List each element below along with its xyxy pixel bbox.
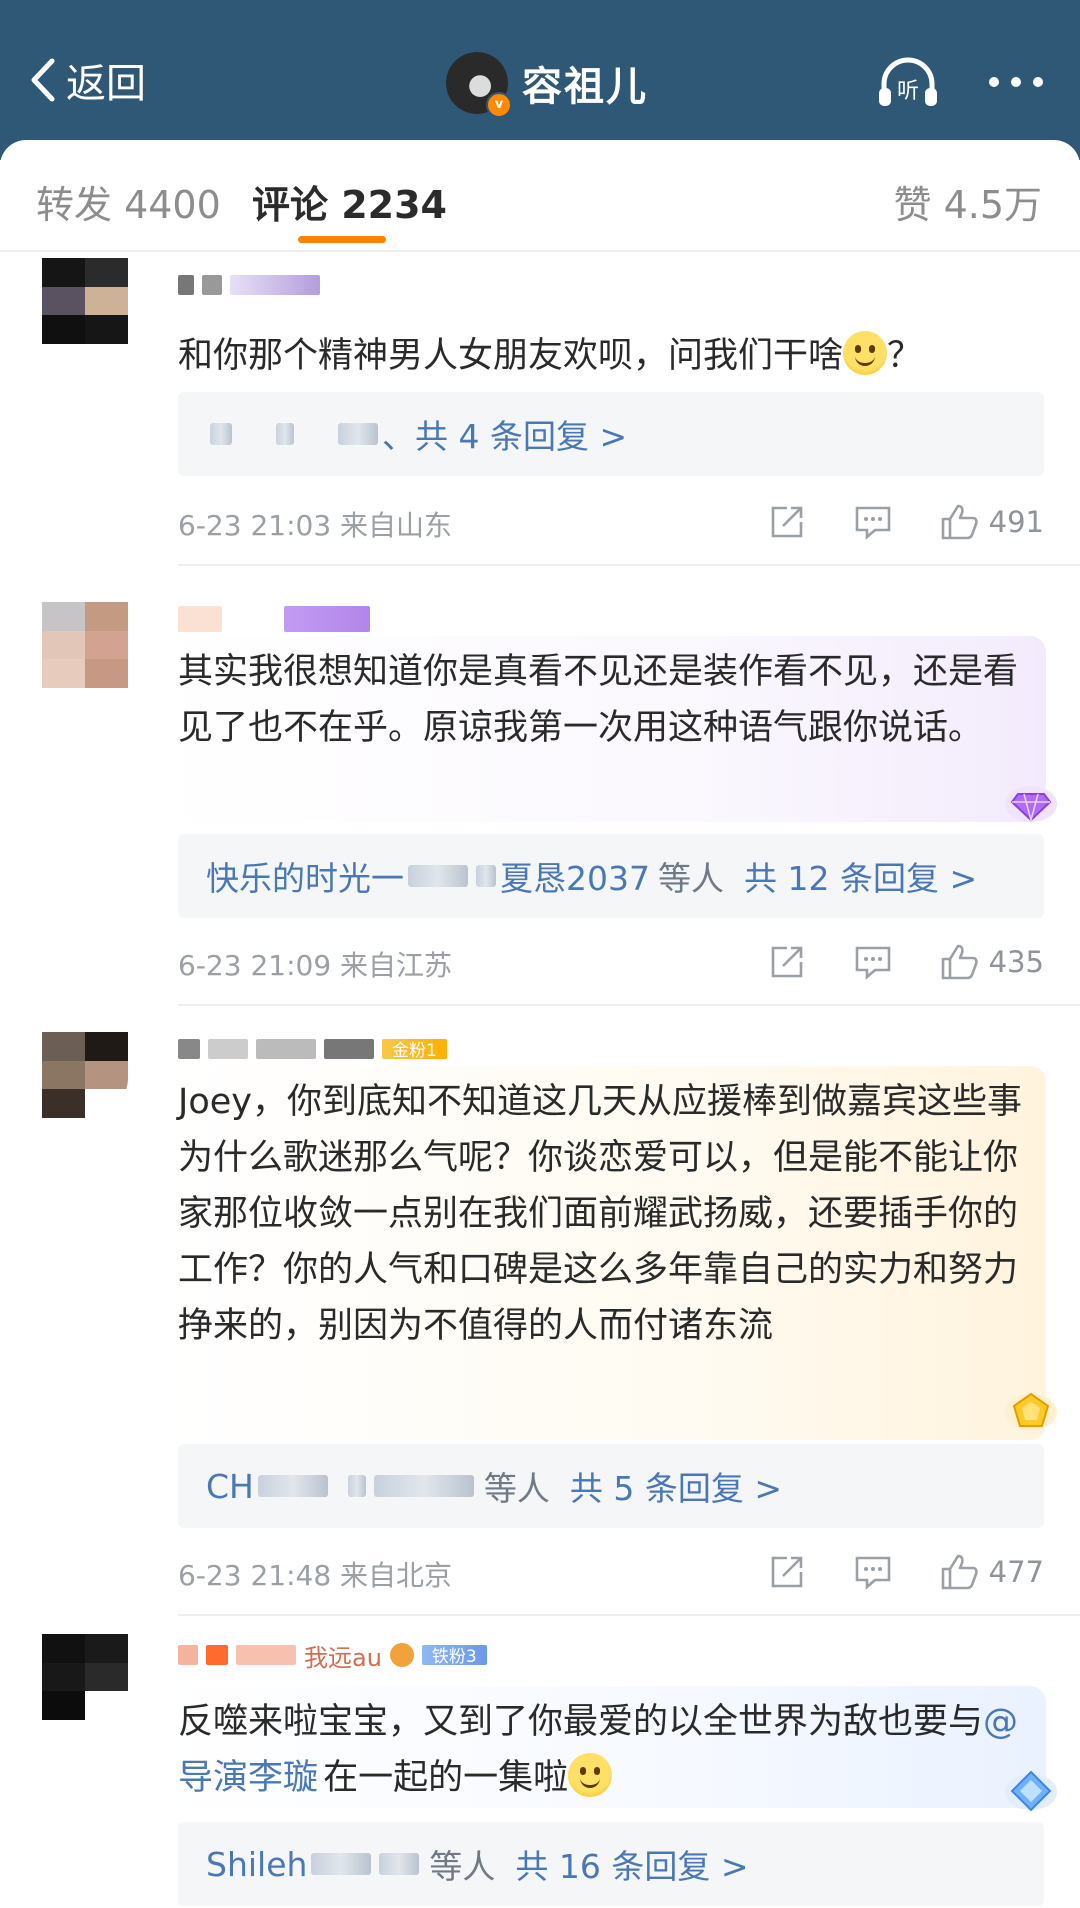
share-icon[interactable] <box>767 502 807 542</box>
listen-headphones-icon[interactable]: 听 <box>876 54 940 110</box>
reply-icon[interactable] <box>853 942 893 982</box>
reply-icon[interactable] <box>853 1552 893 1592</box>
account-title[interactable]: v 容祖儿 <box>446 50 648 118</box>
reply-count-link[interactable]: 共 5 条回复 > <box>570 1462 782 1510</box>
back-button[interactable]: 返回 <box>26 52 146 108</box>
comment-text: 和你那个精神男人女朋友欢呗，问我们干啥？ <box>156 320 1046 392</box>
fan-level-badge: 金粉1 <box>382 1039 447 1061</box>
reply-summary[interactable]: 、共 4 条回复 > <box>178 392 1044 476</box>
comment-time-location: 6-23 21:48 来自北京 <box>178 1559 453 1592</box>
comment-text: Joey，你到底知不知道这几天从应援棒到做嘉宾这些事为什么歌迷那么气呢？你谈恋爱… <box>156 1066 1046 1440</box>
blue-gem-badge-icon <box>1005 1770 1057 1812</box>
comment-time-location: 6-23 21:09 来自江苏 <box>178 949 453 982</box>
share-icon[interactable] <box>767 1552 807 1592</box>
reply-count-link[interactable]: 共 16 条回复 > <box>515 1840 748 1888</box>
crown-icon <box>389 1643 414 1667</box>
comment-divider <box>178 1614 1080 1616</box>
tab-repost[interactable]: 转发 4400 <box>36 174 221 229</box>
comment-actions: 477 <box>721 1552 1044 1592</box>
comment-text: 其实我很想知道你是真看不见还是装作看不见，还是看见了也不在乎。原谅我第一次用这种… <box>156 636 1046 822</box>
comment-actions: 435 <box>721 942 1044 982</box>
tab-likes[interactable]: 赞 4.5万 <box>893 174 1042 229</box>
tab-divider <box>0 250 1080 252</box>
active-tab-indicator <box>298 236 386 243</box>
commenter-name-blurred[interactable] <box>178 604 370 634</box>
reply-count-link[interactable]: 共 12 条回复 > <box>744 852 977 900</box>
share-icon[interactable] <box>767 942 807 982</box>
top-nav-bar: 返回 v 容祖儿 听 <box>0 0 1080 160</box>
chevron-left-icon <box>31 58 55 102</box>
fan-level-badge: 铁粉3 <box>421 1645 487 1667</box>
reply-summary[interactable]: CH 等人 共 5 条回复 > <box>178 1444 1044 1528</box>
smile-emoji-icon <box>843 331 888 375</box>
hug-emoji-icon <box>568 1753 613 1797</box>
like-count: 477 <box>988 1555 1044 1589</box>
commenter-name-blurred[interactable]: 金粉1 <box>178 1034 447 1064</box>
commenter-name-fragment: 我远au <box>304 1643 382 1672</box>
like-thumb-icon[interactable] <box>939 942 979 982</box>
comment-time-location: 6-23 21:03 来自山东 <box>178 509 453 542</box>
verified-badge-icon: v <box>486 92 512 118</box>
tab-bar: 转发 4400 评论 2234 赞 4.5万 <box>0 140 1080 252</box>
gold-gem-badge-icon <box>1005 1392 1057 1430</box>
like-thumb-icon[interactable] <box>939 502 979 542</box>
back-label: 返回 <box>66 61 146 107</box>
like-count: 435 <box>988 945 1044 979</box>
commenter-name-blurred[interactable]: 我远au 铁粉3 <box>178 1640 487 1672</box>
reply-count-link[interactable]: 、共 4 条回复 > <box>382 410 627 458</box>
like-count: 491 <box>988 505 1044 539</box>
purple-gem-badge-icon <box>1005 786 1057 823</box>
commenter-avatar[interactable] <box>42 602 128 688</box>
commenter-avatar[interactable] <box>42 1634 128 1720</box>
account-avatar[interactable]: v <box>446 52 512 118</box>
reply-icon[interactable] <box>853 502 893 542</box>
comment-divider <box>178 1004 1080 1006</box>
page-title: 容祖儿 <box>522 64 648 110</box>
reply-summary[interactable]: 快乐的时光一 夏恳2037 等人 共 12 条回复 > <box>178 834 1044 918</box>
commenter-avatar[interactable] <box>42 258 128 344</box>
reply-summary[interactable]: Shileh 等人 共 16 条回复 > <box>178 1822 1044 1906</box>
listen-label: 听 <box>897 79 919 104</box>
comment-actions: 491 <box>721 502 1044 542</box>
more-options-icon[interactable] <box>986 70 1046 94</box>
commenter-name-blurred[interactable] <box>178 270 320 300</box>
commenter-avatar[interactable] <box>42 1032 128 1118</box>
comment-text: 反噬来啦宝宝，又到了你最爱的以全世界为敌也要与@导演李璇 在一起的一集啦 <box>156 1686 1046 1808</box>
comment-divider <box>178 564 1080 566</box>
like-thumb-icon[interactable] <box>939 1552 979 1592</box>
